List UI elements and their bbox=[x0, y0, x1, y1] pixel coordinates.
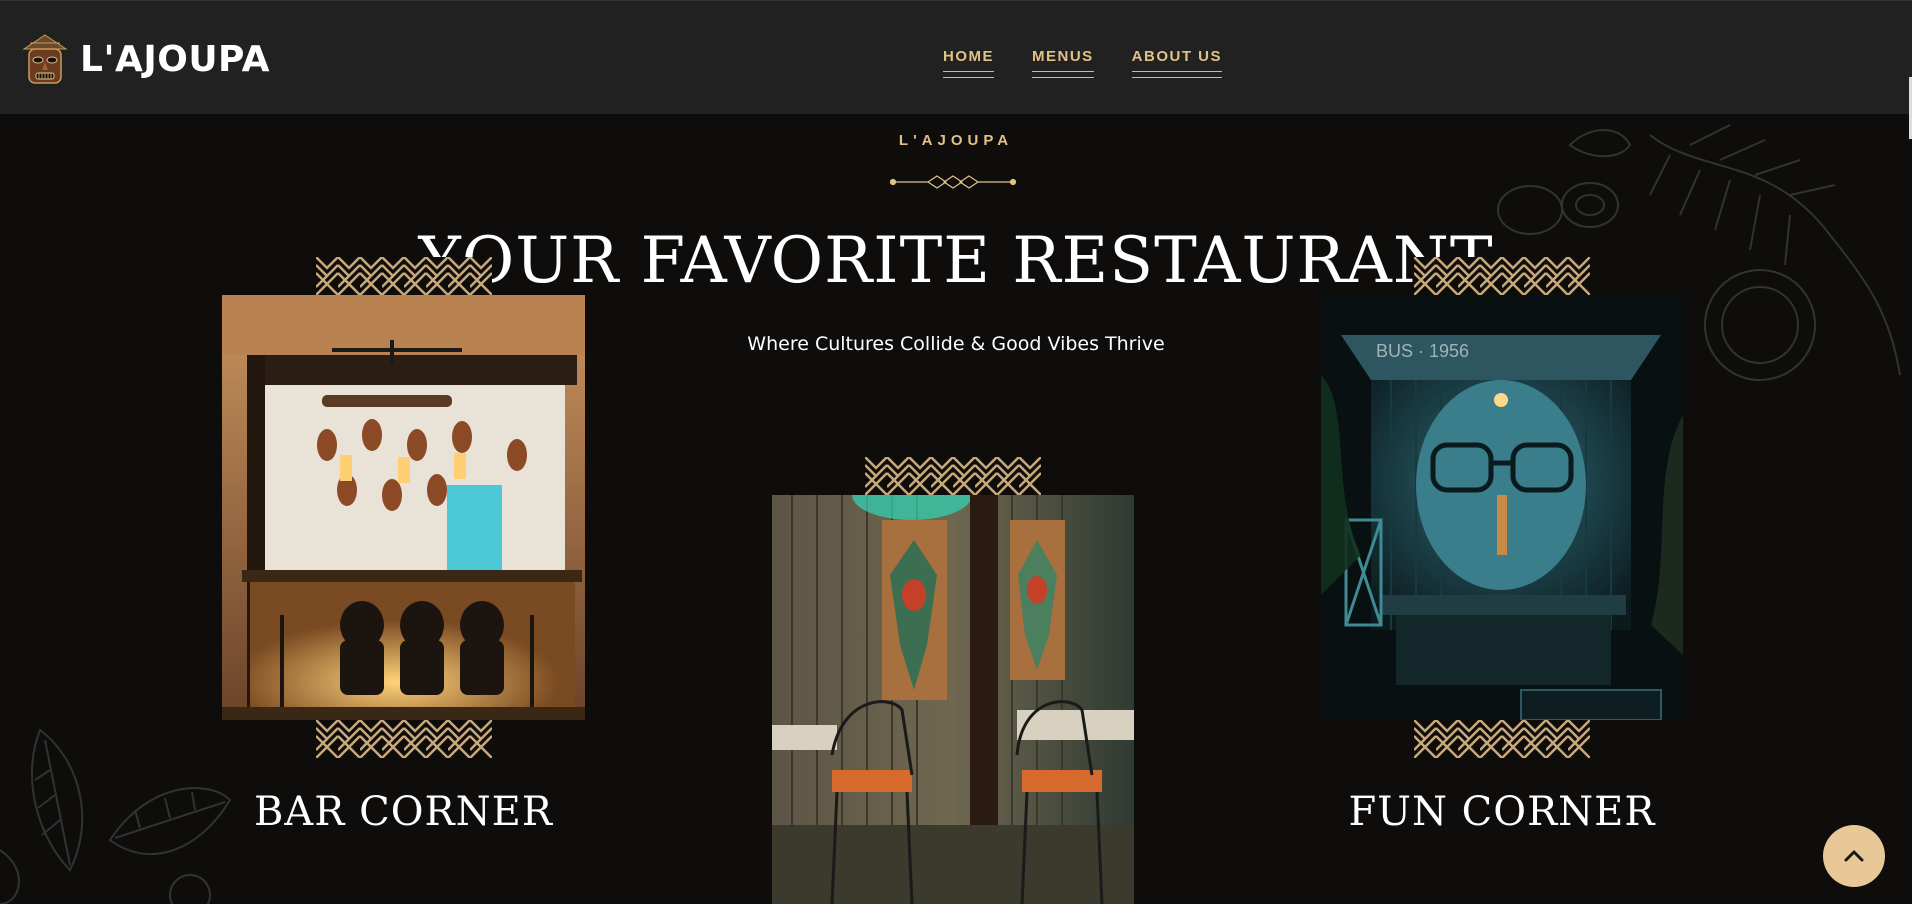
tribal-pattern-bottom bbox=[316, 720, 492, 758]
hero-title: YOUR FAVORITE RESTAURANT bbox=[418, 224, 1494, 298]
tiki-mask-icon bbox=[22, 34, 68, 84]
site-header: L'AJOUPA HOME MENUS ABOUT US bbox=[0, 0, 1912, 139]
ornament-divider bbox=[890, 175, 1016, 189]
card-title-bar-corner: BAR CORNER bbox=[254, 789, 553, 835]
svg-text:BUS · 1956: BUS · 1956 bbox=[1376, 341, 1469, 361]
fun-corner-photo[interactable]: BUS · 1956 bbox=[1321, 295, 1683, 720]
chevron-up-icon bbox=[1844, 850, 1864, 862]
nav-menus[interactable]: MENUS bbox=[1032, 48, 1094, 78]
nav-home[interactable]: HOME bbox=[943, 48, 994, 78]
scroll-to-top-button[interactable] bbox=[1823, 825, 1885, 887]
leaves-doodle-icon bbox=[0, 728, 232, 904]
bar-corner-photo[interactable] bbox=[222, 295, 585, 720]
tribal-pattern-top bbox=[865, 457, 1041, 495]
hero-eyebrow: L'AJOUPA bbox=[898, 132, 1014, 149]
brand-name[interactable]: L'AJOUPA bbox=[80, 39, 270, 80]
tribal-pattern-bottom bbox=[1414, 720, 1590, 758]
tribal-pattern-top bbox=[1414, 257, 1590, 295]
main-nav: HOME MENUS ABOUT US bbox=[943, 48, 1223, 78]
nav-about-us[interactable]: ABOUT US bbox=[1131, 48, 1223, 78]
logo-link[interactable]: L'AJOUPA bbox=[22, 33, 270, 85]
dining-corner-photo[interactable] bbox=[772, 495, 1134, 904]
card-title-fun-corner: FUN CORNER bbox=[1348, 789, 1656, 835]
tribal-pattern-top bbox=[316, 257, 492, 295]
